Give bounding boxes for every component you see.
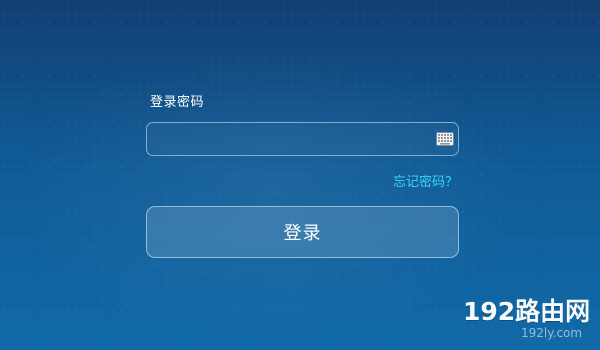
watermark: 192路由网 192ly.com	[463, 297, 593, 345]
login-screen: 登录密码 忘记密码？ 登录 192路由网 192ly.com	[0, 0, 600, 350]
password-label: 登录密码	[150, 95, 205, 110]
password-input[interactable]	[157, 123, 431, 157]
watermark-brand: 192路由网	[463, 297, 591, 326]
forgot-password-link[interactable]: 忘记密码？	[393, 171, 458, 190]
keyboard-icon[interactable]	[436, 132, 454, 146]
watermark-domain: 192ly.com	[521, 326, 583, 340]
password-field-container[interactable]	[146, 122, 459, 157]
login-button[interactable]: 登录	[146, 206, 459, 258]
